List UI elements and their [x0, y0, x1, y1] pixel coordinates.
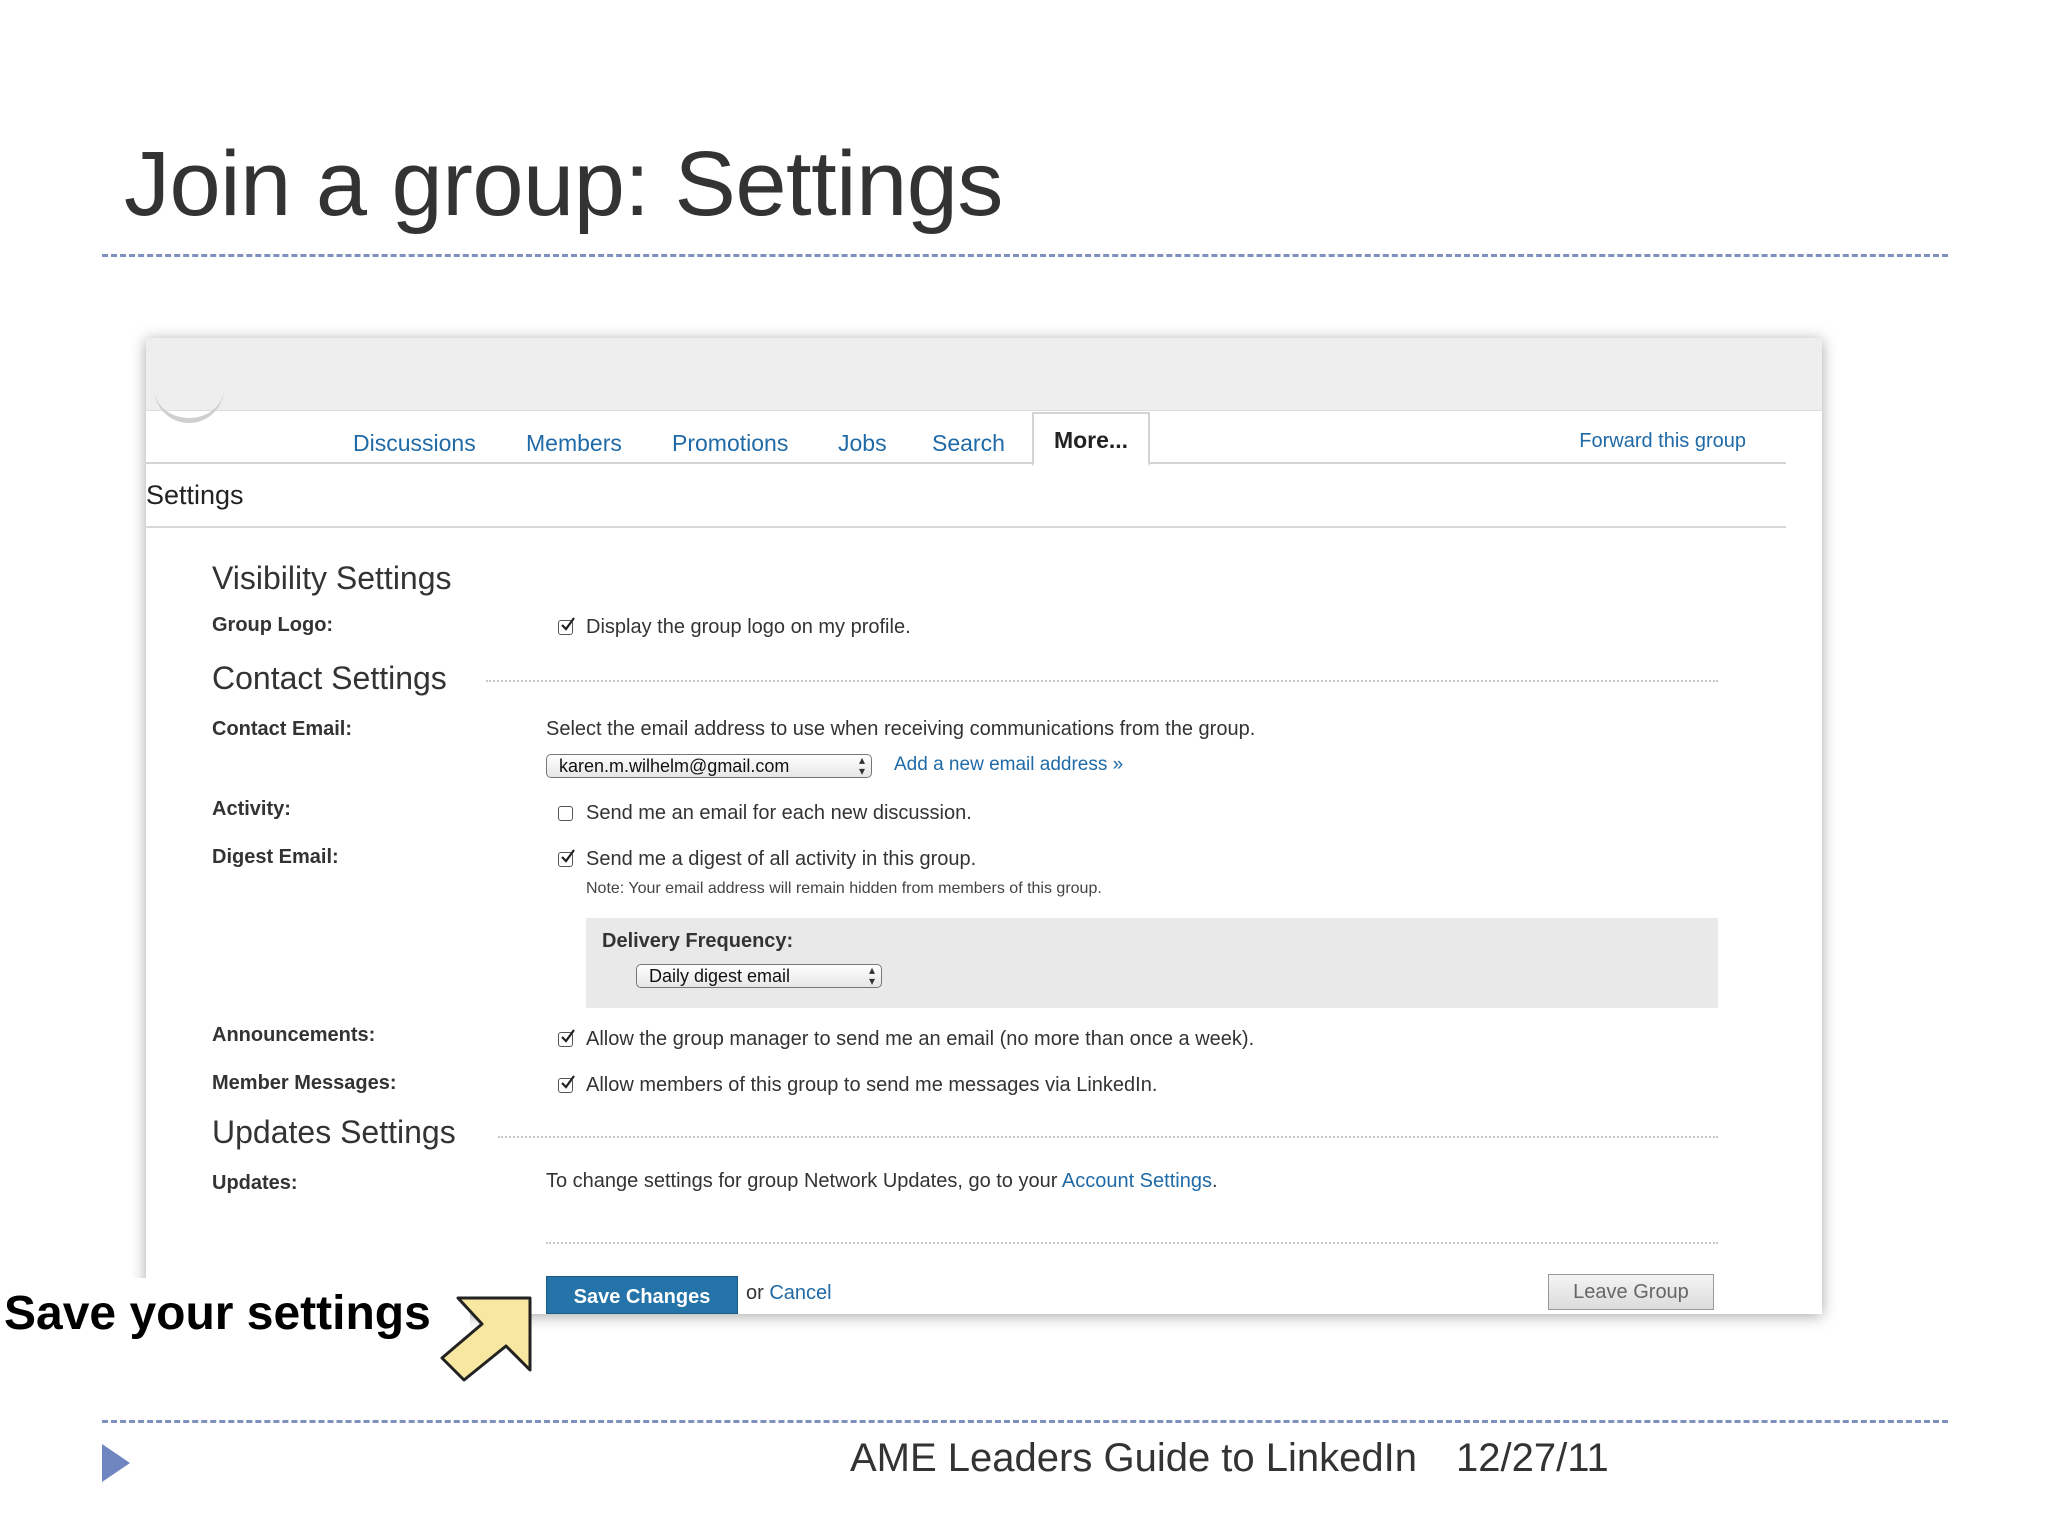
- account-settings-link[interactable]: Account Settings: [1062, 1170, 1212, 1192]
- checkmark-icon: [561, 1075, 575, 1089]
- group-logo-text: Display the group logo on my profile.: [586, 616, 911, 638]
- title-divider: [102, 254, 1948, 257]
- updates-text: To change settings for group Network Upd…: [546, 1170, 1218, 1193]
- digest-email-label: Digest Email:: [212, 846, 339, 868]
- actions-divider: [546, 1242, 1718, 1244]
- contact-settings-heading: Contact Settings: [212, 660, 447, 696]
- contact-email-value: karen.m.wilhelm@gmail.com: [559, 756, 790, 776]
- group-nav: Discussions Members Promotions Jobs Sear…: [146, 410, 1786, 466]
- page-title: Settings: [146, 480, 244, 510]
- updates-settings-heading: Updates Settings: [212, 1114, 456, 1150]
- member-messages-label: Member Messages:: [212, 1072, 397, 1094]
- contact-divider: [486, 680, 1718, 682]
- pointer-arrow-icon: [440, 1296, 532, 1382]
- contact-email-select[interactable]: karen.m.wilhelm@gmail.com ▴ ▾: [546, 754, 872, 778]
- slide-title: Join a group: Settings: [124, 133, 1003, 235]
- group-logo-checkbox[interactable]: [558, 617, 575, 635]
- announcements-text: Allow the group manager to send me an em…: [586, 1028, 1255, 1050]
- activity-label: Activity:: [212, 798, 291, 820]
- contact-email-label: Contact Email:: [212, 718, 353, 740]
- digest-email-text: Send me a digest of all activity in this…: [586, 848, 977, 870]
- group-logo-label: Group Logo:: [212, 614, 334, 636]
- contact-email-description: Select the email address to use when rec…: [546, 718, 1256, 740]
- activity-checkbox[interactable]: [558, 806, 573, 821]
- footer-divider: [102, 1420, 1948, 1423]
- updates-description: To change settings for group Network Upd…: [546, 1170, 1058, 1192]
- select-arrows-icon: ▴ ▾: [868, 963, 875, 988]
- digest-email-checkbox[interactable]: [558, 849, 575, 867]
- select-arrows-icon: ▴ ▾: [858, 753, 865, 778]
- page-title-divider: [146, 526, 1786, 528]
- cancel-group: or Cancel: [746, 1282, 832, 1305]
- cancel-link[interactable]: Cancel: [769, 1282, 831, 1304]
- forward-group-link[interactable]: Forward this group: [1579, 430, 1746, 453]
- checkmark-icon: [561, 849, 575, 863]
- tab-search[interactable]: Search: [932, 430, 1005, 457]
- delivery-frequency-panel: Delivery Frequency: Daily digest email ▴…: [586, 918, 1718, 1008]
- linkedin-screenshot: Discussions Members Promotions Jobs Sear…: [146, 338, 1822, 1314]
- member-messages-checkbox[interactable]: [558, 1075, 575, 1093]
- member-messages-text: Allow members of this group to send me m…: [586, 1074, 1158, 1096]
- tab-promotions[interactable]: Promotions: [672, 430, 788, 457]
- header-bar: [146, 338, 1822, 411]
- updates-divider: [498, 1136, 1718, 1138]
- leave-group-button[interactable]: Leave Group: [1548, 1274, 1714, 1310]
- bullet-triangle-icon: [102, 1444, 130, 1482]
- delivery-frequency-label: Delivery Frequency:: [602, 930, 794, 952]
- delivery-frequency-value: Daily digest email: [649, 966, 791, 986]
- or-text: or: [746, 1282, 764, 1304]
- checkmark-icon: [561, 617, 575, 631]
- tab-jobs[interactable]: Jobs: [838, 430, 887, 457]
- add-email-link[interactable]: Add a new email address »: [894, 754, 1123, 776]
- callout-text: Save your settings: [4, 1287, 431, 1340]
- announcements-checkbox[interactable]: [558, 1029, 575, 1047]
- announcements-label: Announcements:: [212, 1024, 376, 1046]
- visibility-settings-heading: Visibility Settings: [212, 560, 452, 596]
- digest-email-note: Note: Your email address will remain hid…: [586, 880, 1102, 897]
- updates-label: Updates:: [212, 1172, 298, 1194]
- checkmark-icon: [561, 1029, 575, 1043]
- footer-date: 12/27/11: [1456, 1436, 1609, 1480]
- footer-text: AME Leaders Guide to LinkedIn: [850, 1436, 1418, 1480]
- tab-members[interactable]: Members: [526, 430, 622, 457]
- save-changes-button[interactable]: Save Changes: [546, 1276, 738, 1314]
- updates-period: .: [1211, 1170, 1218, 1192]
- delivery-frequency-select[interactable]: Daily digest email ▴ ▾: [636, 964, 882, 988]
- activity-text: Send me an email for each new discussion…: [586, 802, 972, 824]
- tab-discussions[interactable]: Discussions: [353, 430, 476, 457]
- tab-more[interactable]: More...: [1032, 412, 1150, 466]
